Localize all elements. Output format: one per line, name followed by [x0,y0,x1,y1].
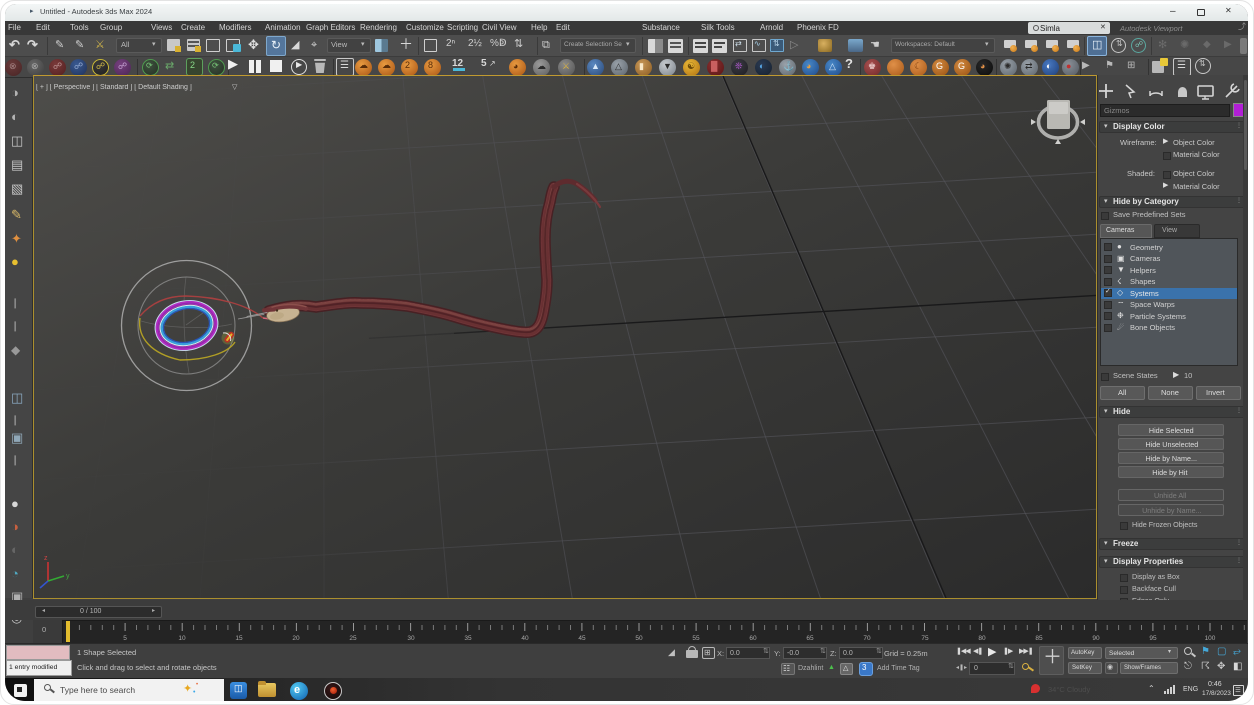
svg-text:z: z [44,555,48,562]
svg-text:85: 85 [1035,635,1043,642]
svg-text:65: 65 [806,635,814,642]
svg-text:45: 45 [578,635,586,642]
svg-text:40: 40 [521,635,529,642]
svg-text:35: 35 [464,635,472,642]
svg-text:90: 90 [1092,635,1100,642]
svg-text:100: 100 [1205,635,1216,642]
svg-text:20: 20 [292,635,300,642]
svg-text:10: 10 [178,635,186,642]
svg-text:80: 80 [978,635,986,642]
svg-text:60: 60 [749,635,757,642]
svg-text:30: 30 [407,635,415,642]
svg-text:75: 75 [921,635,929,642]
svg-text:55: 55 [692,635,700,642]
svg-text:y: y [66,573,70,580]
svg-text:95: 95 [1149,635,1157,642]
svg-text:5: 5 [123,635,127,642]
svg-text:70: 70 [863,635,871,642]
svg-text:25: 25 [349,635,357,642]
svg-text:15: 15 [235,635,243,642]
svg-text:50: 50 [635,635,643,642]
